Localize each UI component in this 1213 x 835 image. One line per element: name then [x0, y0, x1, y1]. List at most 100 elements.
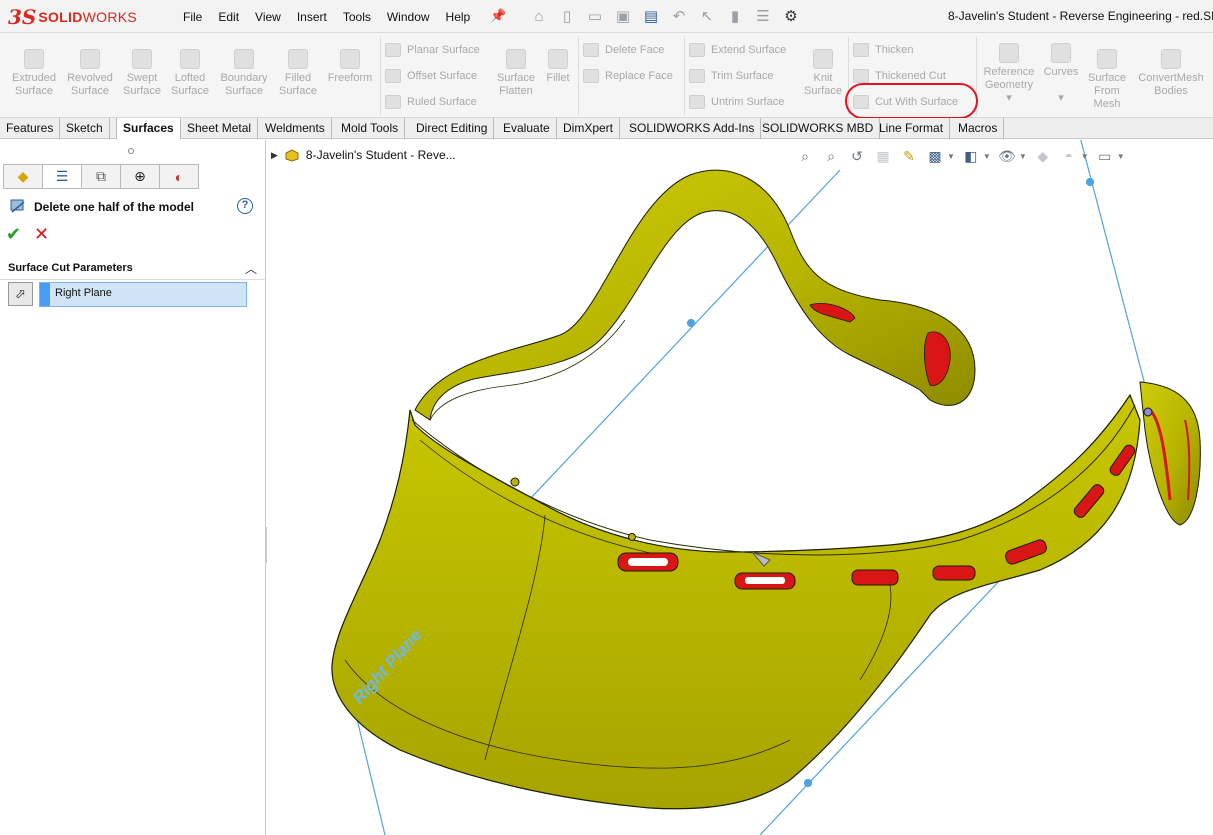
chevron-down-icon[interactable]: ▼ — [1081, 152, 1089, 161]
chevron-down-icon[interactable]: ▼ — [1117, 152, 1125, 161]
tab-solidworks-add-ins[interactable]: SOLIDWORKS Add-Ins — [623, 118, 762, 139]
chevron-down-icon[interactable]: ▼ — [1019, 152, 1027, 161]
cancel-x-icon[interactable]: ✕ — [34, 224, 49, 245]
view-settings-icon[interactable]: ▭ — [1095, 146, 1115, 166]
group-divider — [0, 279, 266, 280]
tab-direct-editing[interactable]: Direct Editing — [410, 118, 495, 139]
tab-dimxpert-manager[interactable]: ⊕ — [120, 164, 160, 189]
ok-check-icon[interactable]: ✔ — [6, 224, 21, 245]
tab-sketch[interactable]: Sketch — [60, 118, 110, 139]
menu-window[interactable]: Window — [379, 8, 438, 26]
chevron-down-icon[interactable]: ▼ — [947, 152, 955, 161]
planar-surface-button[interactable]: Planar Surface — [385, 41, 480, 59]
panel-grip[interactable] — [128, 148, 134, 154]
property-manager-panel: ◆ ☰ ⧉ ⊕ ◐ Delete one half of the model ?… — [0, 140, 266, 835]
tab-evaluate[interactable]: Evaluate — [497, 118, 557, 139]
rebuild-icon[interactable]: ▮ — [724, 5, 746, 27]
revolved-surface-button[interactable]: Revolved Surface — [65, 49, 115, 98]
menu-tools[interactable]: Tools — [335, 8, 379, 26]
options-gear-icon[interactable]: ⚙ — [780, 5, 802, 27]
menu-help[interactable]: Help — [438, 8, 479, 26]
thicken-icon — [853, 43, 869, 57]
ruled-surface-button[interactable]: Ruled Surface — [385, 93, 477, 111]
flip-cut-direction-icon[interactable]: ⬀ — [8, 282, 33, 306]
filled-surface-button[interactable]: Filled Surface — [276, 49, 320, 98]
apply-scene-icon[interactable]: ◓ — [1059, 146, 1079, 166]
vent-slot — [851, 569, 899, 586]
convertmesh-bodies-icon — [1161, 49, 1181, 69]
zoom-to-area-icon[interactable]: ⌕ — [821, 146, 841, 166]
open-folder-icon[interactable]: ▭ — [584, 5, 606, 27]
view-orientation-icon[interactable]: ▩ — [925, 146, 945, 166]
model-visor[interactable] — [331, 393, 1153, 810]
expand-arrow-icon[interactable]: ▶ — [271, 150, 278, 161]
tab-surfaces[interactable]: Surfaces — [116, 118, 181, 139]
zoom-to-fit-icon[interactable]: ⌕ — [795, 146, 815, 166]
dynamic-annotation-icon[interactable]: ✎ — [899, 146, 919, 166]
replace-face-button[interactable]: Replace Face — [583, 67, 673, 85]
plane-handle[interactable] — [1085, 177, 1095, 187]
hide-show-items-icon[interactable]: 👁 — [997, 146, 1017, 166]
delete-face-button[interactable]: Delete Face — [583, 41, 664, 59]
fillet-button[interactable]: Fillet — [542, 49, 574, 85]
menu-file[interactable]: File — [175, 8, 210, 26]
untrim-surface-button[interactable]: Untrim Surface — [689, 93, 784, 111]
plane-handle[interactable] — [686, 318, 696, 328]
tab-line-format[interactable]: Line Format — [873, 118, 951, 139]
swept-surface-button[interactable]: Swept Surface — [119, 49, 165, 98]
section-view-icon[interactable]: ▦ — [873, 146, 893, 166]
tab-sheet-metal[interactable]: Sheet Metal — [181, 118, 259, 139]
selection-value: Right Plane — [55, 287, 112, 299]
tab-weldments[interactable]: Weldments — [259, 118, 332, 139]
pin-icon[interactable]: 📌 — [490, 8, 506, 24]
tab-display-manager[interactable]: ◐ — [159, 164, 199, 189]
graphics-area[interactable]: Right Plane ▶ 8-Javelin's Student - Reve… — [267, 140, 1213, 835]
feature-manager-icon: ◆ — [17, 168, 29, 184]
convertmesh-bodies-button[interactable]: ConvertMesh Bodies — [1134, 49, 1208, 98]
solidworks-logo[interactable]: 3S SOLIDWORKS — [8, 4, 156, 30]
surface-flatten-button[interactable]: Surface Flatten — [492, 49, 540, 98]
freeform-button[interactable]: Freeform — [324, 49, 376, 85]
edit-appearance-icon[interactable]: ◆ — [1033, 146, 1053, 166]
chevron-up-icon[interactable]: ︿ — [245, 260, 257, 277]
ribbon-separator — [684, 37, 685, 115]
tab-mold-tools[interactable]: Mold Tools — [335, 118, 406, 139]
tab-property-manager[interactable]: ☰ — [42, 164, 82, 189]
reference-geometry-button[interactable]: Reference Geometry ▾ — [980, 43, 1038, 105]
trim-surface-button[interactable]: Trim Surface — [689, 67, 774, 85]
feature-tree-flyout[interactable]: ▶ 8-Javelin's Student - Reve... — [271, 148, 456, 162]
tab-macros[interactable]: Macros — [952, 118, 1005, 139]
menu-insert[interactable]: Insert — [289, 8, 335, 26]
extend-surface-button[interactable]: Extend Surface — [689, 41, 786, 59]
cutting-surface-selection-box[interactable]: Right Plane — [39, 282, 247, 307]
tab-configuration-manager[interactable]: ⧉ — [81, 164, 121, 189]
print-icon[interactable]: ▤ — [640, 5, 662, 27]
tab-dimxpert[interactable]: DimXpert — [557, 118, 621, 139]
home-icon[interactable]: ⌂ — [528, 5, 550, 27]
file-properties-icon[interactable]: ☰ — [752, 5, 774, 27]
menu-edit[interactable]: Edit — [210, 8, 247, 26]
extruded-surface-button[interactable]: Extruded Surface — [9, 49, 59, 98]
tab-feature-manager[interactable]: ◆ — [3, 164, 43, 189]
new-document-icon[interactable]: ▯ — [556, 5, 578, 27]
chevron-down-icon[interactable]: ▼ — [983, 152, 991, 161]
plane-handle[interactable] — [803, 778, 813, 788]
tab-solidworks-mbd[interactable]: SOLIDWORKS MBD — [756, 118, 881, 139]
save-icon[interactable]: ▣ — [612, 5, 634, 27]
curves-button[interactable]: Curves ▾ — [1040, 43, 1082, 105]
select-arrow-icon[interactable]: ↖ — [696, 5, 718, 27]
display-style-icon[interactable]: ◧ — [961, 146, 981, 166]
previous-view-icon[interactable]: ↺ — [847, 146, 867, 166]
knit-surface-button[interactable]: Knit Surface — [802, 49, 844, 98]
menu-view[interactable]: View — [247, 8, 289, 26]
offset-surface-button[interactable]: Offset Surface — [385, 67, 477, 85]
thicken-button[interactable]: Thicken — [853, 41, 914, 59]
surface-from-mesh-button[interactable]: Surface From Mesh — [1084, 49, 1130, 111]
tab-features[interactable]: Features — [0, 118, 61, 139]
help-icon[interactable]: ? — [237, 198, 253, 214]
model-view[interactable]: Right Plane — [267, 140, 1213, 835]
lofted-surface-button[interactable]: Lofted Surface — [167, 49, 213, 98]
boundary-surface-button[interactable]: Boundary Surface — [216, 49, 272, 98]
ruled-surface-icon — [385, 95, 401, 109]
undo-icon[interactable]: ↶ — [668, 5, 690, 27]
